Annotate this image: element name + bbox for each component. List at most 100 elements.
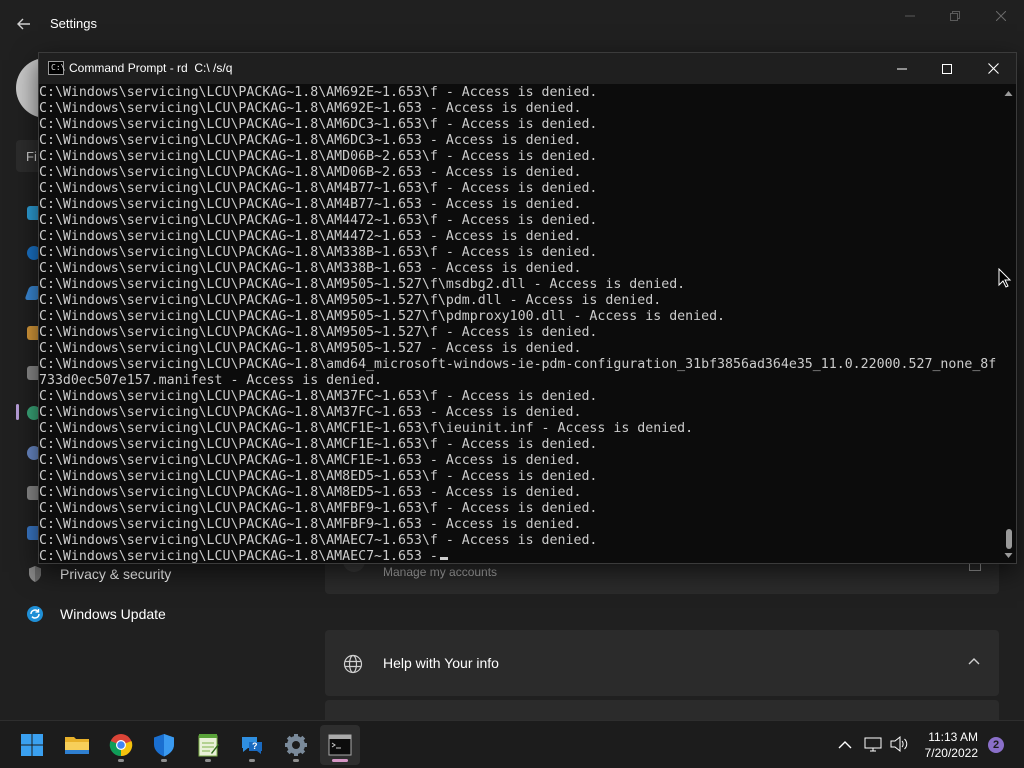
terminal-line: C:\Windows\servicing\LCU\PACKAG~1.8\AM95… [39, 341, 582, 356]
taskbar: ? 11:13 AM 7/20/2022 2 [0, 720, 1024, 768]
terminal-line: C:\Windows\servicing\LCU\PACKAG~1.8\AM69… [39, 101, 582, 116]
taskbar-windows-security[interactable] [144, 725, 184, 765]
help-card-content [325, 700, 999, 720]
sidebar-item-label: Windows Update [60, 606, 166, 622]
settings-restore-button[interactable] [943, 8, 967, 26]
terminal-line: C:\Windows\servicing\LCU\PACKAG~1.8\AM37… [39, 389, 598, 404]
gear-icon [285, 734, 307, 756]
globe-icon [343, 654, 363, 674]
terminal-line: C:\Windows\servicing\LCU\PACKAG~1.8\AMCF… [39, 437, 598, 452]
active-indicator [332, 759, 348, 762]
scroll-up-icon[interactable] [1004, 89, 1013, 98]
chevron-up-icon [838, 741, 852, 749]
maximize-icon [942, 63, 952, 74]
terminal-line: C:\Windows\servicing\LCU\PACKAG~1.8\AMAE… [39, 533, 598, 548]
terminal-line: C:\Windows\servicing\LCU\PACKAG~1.8\AM69… [39, 85, 598, 100]
terminal-output[interactable]: C:\Windows\servicing\LCU\PACKAG~1.8\AM69… [39, 85, 999, 563]
running-indicator [205, 759, 211, 762]
terminal-line: C:\Windows\servicing\LCU\PACKAG~1.8\AM8E… [39, 469, 598, 484]
chevron-up-icon[interactable] [967, 654, 981, 668]
clock-time: 11:13 AM [928, 730, 978, 744]
running-indicator [249, 759, 255, 762]
network-icon [864, 737, 882, 752]
terminal-line: C:\Windows\servicing\LCU\PACKAG~1.8\AM95… [39, 277, 686, 292]
settings-minimize-button[interactable] [898, 8, 922, 26]
terminal-line: C:\Windows\servicing\LCU\PACKAG~1.8\AM33… [39, 245, 598, 260]
running-indicator [293, 759, 299, 762]
terminal-line: C:\Windows\servicing\LCU\PACKAG~1.8\AM4B… [39, 181, 598, 196]
command-prompt-window: C:\ Command Prompt - rd C:\ /s/q C:\Wind… [38, 52, 1017, 564]
windows-update-icon [26, 605, 44, 623]
shield-icon [26, 565, 44, 583]
running-indicator [161, 759, 167, 762]
search-input-text: Fi [26, 149, 37, 164]
settings-close-button[interactable] [989, 8, 1013, 26]
help-with-info-card[interactable]: Help with Your info [325, 630, 999, 696]
back-button[interactable] [12, 12, 36, 36]
windows-start-icon [21, 734, 43, 756]
terminal-current-line-text: C:\Windows\servicing\LCU\PACKAG~1.8\AMAE… [39, 549, 438, 563]
taskbar-command-prompt[interactable] [320, 725, 360, 765]
help-icon: ? [242, 737, 262, 754]
taskbar-get-help[interactable]: ? [232, 725, 272, 765]
cmd-app-icon[interactable]: C:\ [48, 61, 65, 75]
clock[interactable]: 11:13 AM 7/20/2022 [925, 729, 978, 761]
manage-accounts-row[interactable]: Manage my accounts [325, 558, 999, 594]
taskbar-notepad[interactable] [188, 725, 228, 765]
terminal-line: C:\Windows\servicing\LCU\PACKAG~1.8\AM37… [39, 405, 582, 420]
terminal-line: C:\Windows\servicing\LCU\PACKAG~1.8\AMCF… [39, 453, 582, 468]
terminal-line: 733d0ec507e157.manifest - Access is deni… [39, 373, 383, 388]
cmd-titlebar[interactable]: C:\ Command Prompt - rd C:\ /s/q [39, 53, 1016, 84]
terminal-line: C:\Windows\servicing\LCU\PACKAG~1.8\AM95… [39, 309, 726, 324]
taskbar-chrome[interactable] [101, 725, 141, 765]
speaker-icon [890, 735, 908, 753]
taskbar-file-explorer[interactable] [57, 725, 97, 765]
notification-badge[interactable]: 2 [988, 737, 1004, 753]
start-button[interactable] [12, 725, 52, 765]
terminal-line: C:\Windows\servicing\LCU\PACKAG~1.8\AMCF… [39, 421, 694, 436]
taskbar-settings[interactable] [276, 725, 316, 765]
chrome-icon [109, 734, 133, 757]
notepad-icon [198, 734, 219, 757]
terminal-line: C:\Windows\servicing\LCU\PACKAG~1.8\AMFB… [39, 517, 582, 532]
minimize-icon [897, 68, 907, 69]
terminal-line: C:\Windows\servicing\LCU\PACKAG~1.8\AM6D… [39, 117, 598, 132]
cmd-maximize-button[interactable] [924, 53, 970, 84]
terminal-line: C:\Windows\servicing\LCU\PACKAG~1.8\AM8E… [39, 485, 582, 500]
shield-icon [154, 734, 174, 757]
terminal-line: C:\Windows\servicing\LCU\PACKAG~1.8\AM95… [39, 325, 598, 340]
cmd-close-button[interactable] [970, 53, 1016, 84]
sidebar-item-label: Privacy & security [60, 566, 172, 582]
terminal-line: C:\Windows\servicing\LCU\PACKAG~1.8\AMD0… [39, 149, 598, 164]
terminal-scrollbar[interactable] [1001, 85, 1016, 563]
terminal-line: C:\Windows\servicing\LCU\PACKAG~1.8\AM44… [39, 213, 598, 228]
scroll-down-icon[interactable] [1004, 551, 1013, 560]
terminal-line: C:\Windows\servicing\LCU\PACKAG~1.8\amd6… [39, 357, 997, 372]
manage-accounts-subtitle: Manage my accounts [383, 565, 498, 579]
close-icon [987, 63, 999, 74]
terminal-line: C:\Windows\servicing\LCU\PACKAG~1.8\AM6D… [39, 133, 582, 148]
scrollbar-thumb[interactable] [1006, 529, 1012, 549]
cmd-minimize-button[interactable] [879, 53, 925, 84]
volume-button[interactable] [889, 735, 909, 755]
terminal-icon [328, 734, 352, 756]
back-arrow-icon [17, 18, 30, 30]
terminal-line: C:\Windows\servicing\LCU\PACKAG~1.8\AM33… [39, 261, 582, 276]
terminal-line: C:\Windows\servicing\LCU\PACKAG~1.8\AMFB… [39, 501, 598, 516]
network-button[interactable] [864, 735, 882, 755]
clock-date: 7/20/2022 [924, 746, 978, 760]
restore-icon [950, 11, 960, 21]
minimize-icon [905, 15, 915, 17]
terminal-line: C:\Windows\servicing\LCU\PACKAG~1.8\AM44… [39, 229, 582, 244]
svg-text:?: ? [252, 741, 258, 751]
text-cursor [439, 557, 448, 560]
mouse-pointer-icon [998, 268, 1012, 288]
sidebar-item-privacy-security[interactable]: Privacy & security [26, 562, 171, 586]
sidebar-item-windows-update[interactable]: Windows Update [26, 602, 166, 626]
show-hidden-icons-button[interactable] [837, 735, 853, 755]
close-icon [995, 10, 1007, 22]
terminal-line: C:\Windows\servicing\LCU\PACKAG~1.8\AM4B… [39, 197, 582, 212]
running-indicator [118, 759, 124, 762]
settings-titlebar: Settings [0, 0, 1024, 48]
cmd-window-title: Command Prompt - rd C:\ /s/q [69, 61, 233, 75]
